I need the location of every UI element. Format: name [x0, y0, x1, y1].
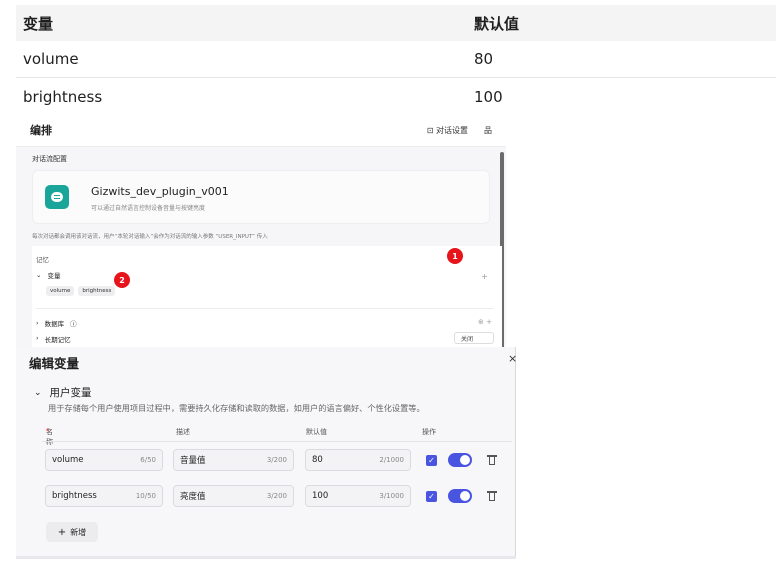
variable-desc-input[interactable]: 音量值 3/200 [173, 449, 294, 471]
variable-name-input[interactable]: brightness 10/50 [45, 485, 163, 507]
divider [42, 441, 512, 442]
chevron-down-icon: ⌄ [34, 387, 42, 398]
chat-flow-icon [45, 185, 69, 209]
plus-icon: + [57, 526, 67, 538]
variables-label: 变量 [47, 272, 61, 280]
add-variable-button[interactable]: + 新增 [46, 522, 98, 542]
col-header-default: 默认值 [306, 428, 327, 436]
table-row: brightness 100 [16, 78, 776, 115]
variable-default-input[interactable]: 80 2/1000 [305, 449, 411, 471]
database-section-toggle[interactable]: › 数据库 ⓘ [36, 318, 77, 328]
database-label: 数据库 [44, 320, 65, 328]
arrange-title: 编排 [30, 124, 52, 137]
add-variable-icon[interactable]: + [481, 272, 488, 281]
variables-doc-table: 变量 默认值 volume 80 brightness 100 [16, 5, 776, 115]
variable-toggle[interactable] [448, 489, 472, 503]
doc-cell-default: 100 [474, 87, 503, 106]
ltm-section-toggle[interactable]: › 长期记忆 [36, 334, 71, 344]
flow-config-label: 对话流配置 [32, 155, 67, 163]
col-header-desc: 描述 [176, 428, 190, 436]
doc-cell-name: brightness [23, 87, 103, 106]
annotation-badge-1: 1 [447, 248, 463, 264]
arrange-header: 编排 ⊡ 对话设置 品 [16, 116, 506, 144]
variable-checkbox[interactable]: ✓ [426, 455, 437, 466]
ltm-label: 长期记忆 [44, 336, 71, 344]
user-variables-toggle[interactable]: ⌄ 用户变量 [34, 385, 92, 400]
settings-icon: ⊡ [426, 125, 436, 135]
database-actions[interactable]: ⊛ + [478, 318, 492, 326]
table-row: volume 6/50 音量值 3/200 80 2/1000 ✓ [44, 449, 514, 473]
trash-icon[interactable] [487, 490, 497, 502]
doc-table-header: 变量 默认值 [16, 5, 776, 41]
col-header-ops: 操作 [422, 428, 436, 436]
layout-icon[interactable]: 品 [484, 125, 492, 136]
table-row: volume 80 [16, 41, 776, 78]
dialog-border [515, 347, 516, 559]
ltm-select[interactable]: 关闭 [454, 332, 494, 344]
column-headers: 名称 * 描述 默认值 操作 [46, 427, 436, 446]
plugin-name: Gizwits_dev_plugin_v001 [91, 185, 229, 198]
variables-section-toggle[interactable]: ⌄ 变量 [36, 270, 60, 280]
variable-chip: volume [46, 286, 75, 296]
dialog-footer-edge [16, 556, 516, 559]
close-icon[interactable]: × [508, 352, 517, 365]
variable-toggle[interactable] [448, 453, 472, 467]
add-variable-label: 新增 [70, 527, 87, 537]
info-icon: ⓘ [70, 320, 77, 328]
memory-panel: 记忆 ⌄ 变量 1 + volume brightness 2 › 数据库 ⓘ … [32, 246, 502, 356]
chevron-down-icon: ⌄ [36, 271, 42, 279]
flow-note: 每次对话都会调用该对话流，用户“本轮对话输入”会作为对话流的输入参数 “USER… [32, 234, 268, 240]
user-variables-title: 用户变量 [49, 387, 92, 399]
doc-header-default: 默认值 [474, 14, 520, 33]
table-row: brightness 10/50 亮度值 3/200 100 3/1000 ✓ [44, 485, 514, 509]
variable-chips: volume brightness [46, 286, 116, 296]
chevron-right-icon: › [36, 319, 39, 327]
dialog-title: 编辑变量 [29, 356, 80, 371]
arrange-panel: 编排 ⊡ 对话设置 品 对话流配置 Gizwits_dev_plugin_v00… [16, 116, 506, 356]
doc-cell-default: 80 [474, 50, 494, 68]
variable-checkbox[interactable]: ✓ [426, 491, 437, 502]
annotation-badge-2: 2 [114, 272, 130, 288]
chevron-right-icon: › [36, 334, 39, 342]
plugin-description: 可以通过自然语言控制设备音量与按键亮度 [91, 205, 206, 212]
plugin-card[interactable]: Gizwits_dev_plugin_v001 可以通过自然语言控制设备音量与按… [32, 170, 490, 224]
edit-variable-dialog: 编辑变量 ⌄ 用户变量 用于存储每个用户使用项目过程中，需要持久化存储和读取的数… [16, 347, 516, 559]
doc-header-variable: 变量 [23, 14, 54, 33]
variable-default-input[interactable]: 100 3/1000 [305, 485, 411, 507]
variable-chip: brightness [78, 286, 116, 296]
dialog-settings-button[interactable]: ⊡ 对话设置 [427, 125, 468, 136]
user-variables-description: 用于存储每个用户使用项目过程中，需要持久化存储和读取的数据，如用户的语言偏好、个… [48, 403, 425, 413]
divider [36, 308, 494, 309]
memory-label: 记忆 [36, 256, 49, 264]
trash-icon[interactable] [487, 454, 497, 466]
variable-name-input[interactable]: volume 6/50 [45, 449, 163, 471]
variable-desc-input[interactable]: 亮度值 3/200 [173, 485, 294, 507]
doc-cell-name: volume [23, 50, 79, 68]
